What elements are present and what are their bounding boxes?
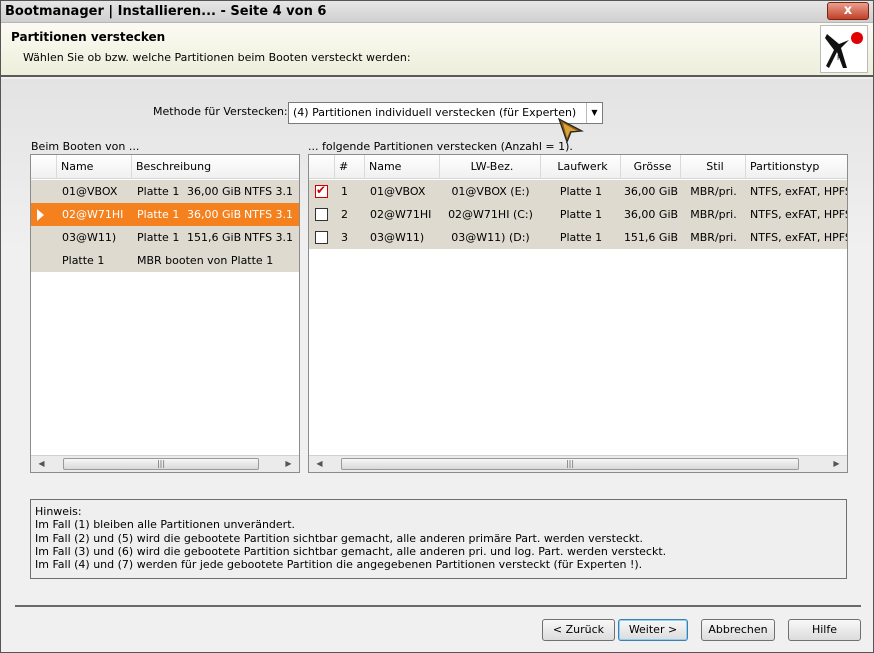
back-button[interactable]: < Zurück	[542, 619, 615, 641]
close-button[interactable]: x	[827, 2, 869, 20]
row-lw: 02@W71HI (C:)	[448, 208, 533, 221]
row-style: MBR/pri.	[690, 208, 737, 221]
boot-partition-list[interactable]: Name Beschreibung 01@VBOX Platte 1 36,00…	[30, 154, 300, 473]
column-header-number[interactable]: #	[335, 155, 365, 179]
current-row-arrow-icon	[37, 209, 44, 221]
wizard-header: Partitionen verstecken Wählen Sie ob bzw…	[1, 23, 873, 77]
item-desc: MBR booten von Platte 1	[137, 254, 274, 267]
page-subtitle: Wählen Sie ob bzw. welche Partitionen be…	[23, 51, 411, 64]
item-desc: Platte 1	[137, 185, 180, 198]
row-drive: Platte 1	[559, 208, 603, 221]
svg-text:R: R	[837, 54, 842, 62]
item-name: 01@VBOX	[62, 185, 118, 198]
hide-partition-list[interactable]: # Name LW-Bez. Laufwerk Grösse Stil Part…	[308, 154, 848, 473]
column-header-drive[interactable]: Laufwerk	[541, 155, 621, 179]
horizontal-scrollbar[interactable]: ◀ ||| ▶	[309, 455, 847, 472]
column-header-name[interactable]: Name	[365, 155, 440, 179]
row-size: 36,00 GiB	[623, 208, 679, 221]
horizontal-scrollbar[interactable]: ◀ ||| ▶	[31, 455, 299, 472]
row-size: 36,00 GiB	[623, 185, 679, 198]
list-item[interactable]: 03@W11) Platte 1 151,6 GiB NTFS 3.1	[31, 226, 299, 249]
hint-line: Im Fall (3) und (6) wird die gebootete P…	[35, 544, 667, 558]
header-spacer	[309, 155, 335, 179]
row-name: 03@W11)	[370, 231, 425, 244]
row-lw: 03@W11) (D:)	[451, 231, 530, 244]
item-name: Platte 1	[62, 254, 105, 267]
list-item[interactable]: 01@VBOX Platte 1 36,00 GiB NTFS 3.1	[31, 180, 299, 203]
hint-box: Hinweis: Im Fall (1) bleiben alle Partit…	[30, 499, 847, 579]
right-list-label: ... folgende Partitionen verstecken (Anz…	[308, 140, 573, 153]
item-fs: NTFS 3.1	[244, 231, 294, 244]
close-icon: x	[843, 3, 853, 18]
column-header-size[interactable]: Grösse	[621, 155, 681, 179]
row-number: 1	[341, 185, 348, 198]
column-header-lw[interactable]: LW-Bez.	[440, 155, 541, 179]
row-number: 3	[341, 231, 348, 244]
scroll-right-icon[interactable]: ▶	[828, 456, 845, 472]
scroll-left-icon[interactable]: ◀	[33, 456, 50, 472]
scroll-right-icon[interactable]: ▶	[280, 456, 297, 472]
row-type: NTFS, exFAT, HPFS	[750, 208, 848, 221]
row-style: MBR/pri.	[690, 231, 737, 244]
table-row[interactable]: 2 02@W71HI 02@W71HI (C:) Platte 1 36,00 …	[309, 203, 847, 226]
divider	[15, 605, 861, 607]
item-size: 36,00 GiB	[187, 185, 241, 198]
page-title: Partitionen verstecken	[11, 30, 166, 44]
list-header: # Name LW-Bez. Laufwerk Grösse Stil Part…	[309, 155, 847, 179]
title-bar: Bootmanager | Installieren... - Seite 4 …	[1, 1, 873, 23]
window-title: Bootmanager | Installieren... - Seite 4 …	[5, 4, 327, 19]
table-row[interactable]: 1 01@VBOX 01@VBOX (E:) Platte 1 36,00 Gi…	[309, 180, 847, 203]
list-item-selected[interactable]: 02@W71HI Platte 1 36,00 GiB NTFS 3.1	[31, 203, 299, 226]
row-drive: Platte 1	[559, 231, 603, 244]
chevron-down-icon[interactable]: ▼	[586, 103, 602, 123]
hide-checkbox[interactable]	[315, 183, 328, 198]
hide-checkbox[interactable]	[315, 208, 328, 221]
column-header-type[interactable]: Partitionstyp	[746, 155, 847, 179]
hint-line: Im Fall (4) und (7) werden für jede gebo…	[35, 558, 643, 572]
help-button[interactable]: Hilfe	[788, 619, 861, 641]
item-desc: Platte 1	[137, 231, 180, 244]
row-name: 01@VBOX	[370, 185, 426, 198]
list-item[interactable]: Platte 1 MBR booten von Platte 1	[31, 249, 299, 272]
row-name: 02@W71HI	[370, 208, 432, 221]
table-row[interactable]: 3 03@W11) 03@W11) (D:) Platte 1 151,6 Gi…	[309, 226, 847, 249]
method-label: Methode für Verstecken:	[153, 105, 288, 118]
cancel-button[interactable]: Abbrechen	[701, 619, 775, 641]
app-logo: R	[820, 25, 868, 73]
hint-line: Im Fall (2) und (5) wird die gebootete P…	[35, 531, 643, 545]
item-fs: NTFS 3.1	[244, 208, 294, 221]
row-type: NTFS, exFAT, HPFS	[750, 231, 848, 244]
row-number: 2	[341, 208, 348, 221]
hide-checkbox[interactable]	[315, 231, 328, 244]
scrollbar-thumb[interactable]: |||	[63, 458, 259, 470]
method-dropdown[interactable]: (4) Partitionen individuell verstecken (…	[288, 102, 603, 124]
next-button[interactable]: Weiter >	[618, 619, 688, 641]
column-header-style[interactable]: Stil	[681, 155, 746, 179]
hint-line: Hinweis:	[35, 505, 82, 518]
scroll-left-icon[interactable]: ◀	[311, 456, 328, 472]
row-type: NTFS, exFAT, HPFS	[750, 185, 848, 198]
list-header: Name Beschreibung	[31, 155, 299, 179]
row-style: MBR/pri.	[690, 185, 737, 198]
scrollbar-thumb[interactable]: |||	[341, 458, 799, 470]
row-drive: Platte 1	[559, 185, 603, 198]
left-list-label: Beim Booten von ...	[31, 140, 140, 153]
wizard-window: Bootmanager | Installieren... - Seite 4 …	[0, 0, 874, 653]
item-fs: NTFS 3.1	[244, 185, 294, 198]
column-header-description[interactable]: Beschreibung	[132, 155, 299, 179]
row-size: 151,6 GiB	[623, 231, 679, 244]
hint-line: Im Fall (1) bleiben alle Partitionen unv…	[35, 518, 296, 532]
header-spacer	[31, 155, 57, 179]
item-size: 36,00 GiB	[187, 208, 241, 221]
item-name: 02@W71HI	[62, 208, 124, 221]
item-desc: Platte 1	[137, 208, 180, 221]
method-selected-value: (4) Partitionen individuell verstecken (…	[293, 106, 577, 119]
row-lw: 01@VBOX (E:)	[451, 185, 530, 198]
column-header-name[interactable]: Name	[57, 155, 132, 179]
item-name: 03@W11)	[62, 231, 117, 244]
item-size: 151,6 GiB	[187, 231, 241, 244]
